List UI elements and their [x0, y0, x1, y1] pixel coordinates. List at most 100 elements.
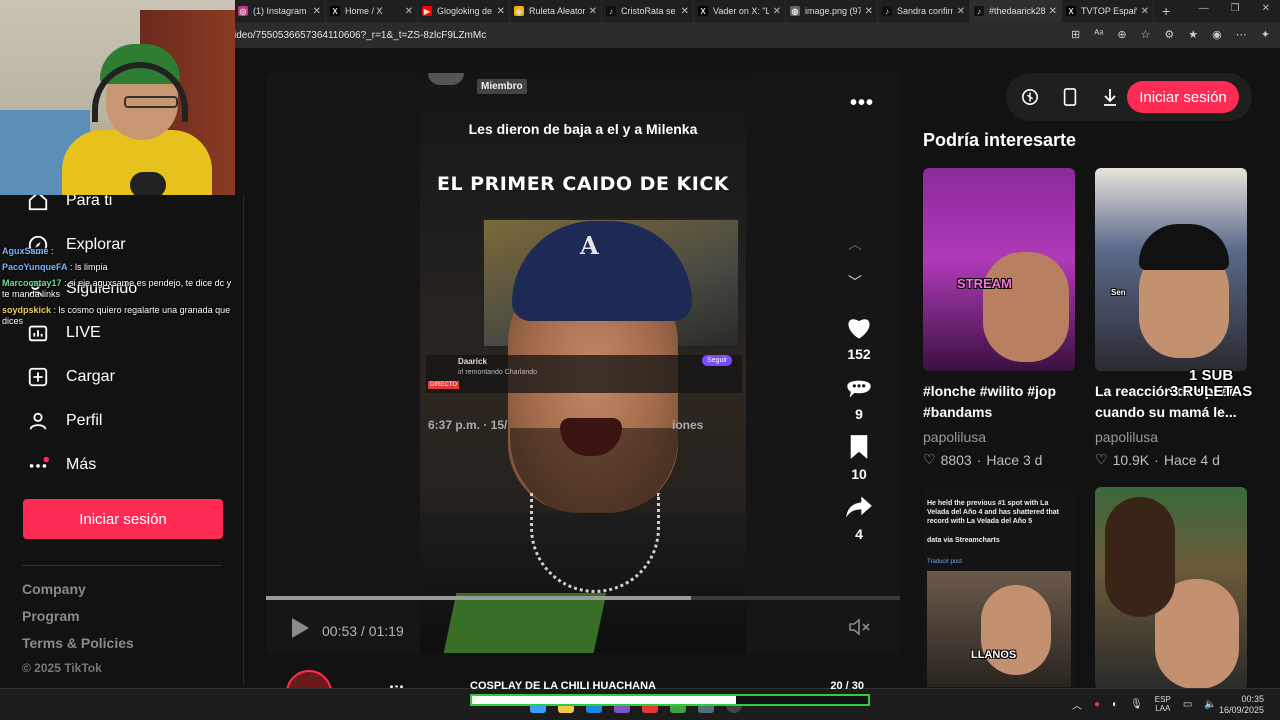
recommendation-card[interactable]: Sen La reacción de speed cuando su mamá … [1095, 168, 1247, 468]
like-action[interactable]: 152 [844, 312, 874, 362]
share-icon[interactable] [844, 492, 874, 522]
streamer-glasses [124, 96, 178, 108]
card-thumbnail[interactable]: He held the previous #1 spot with La Vel… [923, 487, 1075, 690]
browser-tab[interactable]: ◆ Ruleta Aleator ✕ [510, 0, 602, 22]
coins-icon[interactable] [1014, 81, 1046, 113]
tray-app-icon[interactable]: ◐ [1112, 699, 1118, 710]
card-meta: ♡ 10.9K · Hace 4 d [1095, 451, 1247, 468]
video-progress-bar[interactable] [266, 596, 900, 600]
speaker-icon[interactable]: 🔈 [1204, 699, 1216, 710]
new-tab-button[interactable]: + [1162, 3, 1170, 19]
profile-avatar-icon[interactable]: ◉ [1212, 28, 1222, 41]
menu-dots-icon[interactable]: ⋯ [1236, 28, 1247, 41]
video-controls: 00:53 / 01:19 [290, 617, 404, 644]
tab-close-icon[interactable]: ✕ [313, 6, 321, 17]
comment-action[interactable]: 9 [844, 372, 874, 422]
browser-tab[interactable]: ▶ Glogloking de ✕ [418, 0, 510, 22]
chat-message: Marcocatay17 : si eje aguxsame es pendej… [2, 278, 238, 300]
heart-icon[interactable] [844, 312, 874, 342]
video-caption-big: EL PRIMER CAIDO DE KICK [436, 173, 730, 195]
top-actions: Iniciar sesión [1006, 73, 1252, 121]
video-progress-fill [266, 596, 691, 600]
thumb-translate: Traducir post [927, 559, 962, 565]
ruleta-line-1: 1 SUB [1189, 367, 1234, 384]
video-player[interactable]: Miembro Les dieron de baja a el y a Mile… [266, 73, 900, 653]
network-icon[interactable]: ▭ [1183, 699, 1192, 710]
chevron-up-icon[interactable]: ︿ [1072, 697, 1082, 712]
tab-close-icon[interactable]: ✕ [1049, 6, 1057, 17]
footer-company-link[interactable]: Company [22, 581, 86, 597]
copilot-icon[interactable]: ✦ [1261, 28, 1270, 41]
browser-tab[interactable]: X Home / X ✕ [326, 0, 418, 22]
tab-close-icon[interactable]: ✕ [865, 6, 873, 17]
browser-tab[interactable]: ◎ (1) Instagram ✕ [234, 0, 326, 22]
volume-icon[interactable] [848, 617, 872, 642]
restore-icon[interactable]: ❐ [1231, 3, 1240, 14]
more-options-icon[interactable]: ••• [850, 92, 874, 115]
embedded-timestamp: 6:37 p.m. · 15/ [428, 418, 508, 432]
tab-close-icon[interactable]: ✕ [957, 6, 965, 17]
video-frame[interactable]: Miembro Les dieron de baja a el y a Mile… [420, 73, 746, 653]
recommendation-card[interactable] [1095, 487, 1247, 690]
tab-favicon-icon: X [698, 6, 708, 16]
nav-item-cargar[interactable]: Cargar [26, 365, 115, 389]
tab-close-icon[interactable]: ✕ [1141, 6, 1149, 17]
card-age: Hace 3 d [986, 451, 1043, 468]
separator-dot: · [976, 451, 982, 468]
download-icon[interactable] [1094, 81, 1126, 113]
sub-goal-bar [470, 694, 870, 706]
previous-video-icon[interactable]: ︿ [848, 234, 862, 254]
login-button-sidebar[interactable]: Iniciar sesión [23, 499, 223, 539]
tab-close-icon[interactable]: ✕ [589, 6, 597, 17]
nav-item-perfil[interactable]: Perfil [26, 409, 102, 433]
next-video-icon[interactable]: ﹀ [848, 272, 862, 292]
phone-icon[interactable] [1054, 81, 1086, 113]
favorite-star-icon[interactable]: ☆ [1141, 28, 1151, 41]
minimize-icon[interactable]: — [1199, 3, 1209, 14]
current-time: 00:53 [322, 622, 358, 639]
zoom-icon[interactable]: ⊕ [1117, 28, 1126, 41]
microphone-icon[interactable]: 🎙 [1130, 699, 1143, 710]
card-thumbnail[interactable] [1095, 487, 1247, 690]
browser-tab[interactable]: X TVTOP Españ ✕ [1062, 0, 1154, 22]
tray-app-icon[interactable]: ● [1094, 699, 1100, 710]
browser-tab[interactable]: ◍ image.png (97 ✕ [786, 0, 878, 22]
tab-close-icon[interactable]: ✕ [773, 6, 781, 17]
thumb-caption: He held the previous #1 spot with La Vel… [927, 500, 1059, 525]
bookmark-icon[interactable] [844, 432, 874, 462]
comment-icon[interactable] [844, 372, 874, 402]
play-icon[interactable] [290, 617, 310, 644]
card-thumbnail[interactable]: STREAM [923, 168, 1075, 371]
tab-close-icon[interactable]: ✕ [405, 6, 413, 17]
language-indicator[interactable]: ESP LAA [1155, 695, 1171, 713]
card-thumbnail[interactable]: Sen [1095, 168, 1247, 371]
footer-terms-link[interactable]: Terms & Policies [22, 635, 134, 651]
app-install-icon[interactable]: ⊞ [1071, 28, 1080, 41]
save-action[interactable]: 10 [844, 432, 874, 482]
tab-close-icon[interactable]: ✕ [681, 6, 689, 17]
tab-favicon-icon: X [1066, 6, 1076, 16]
browser-tab[interactable]: X Vader on X: "L ✕ [694, 0, 786, 22]
share-action[interactable]: 4 [844, 492, 874, 542]
nav-item-mas[interactable]: Más [26, 453, 96, 477]
taskbar-clock[interactable]: 00:35 16/09/2025 [1219, 694, 1264, 716]
favorites-icon[interactable]: ★ [1188, 28, 1198, 41]
recommendation-card[interactable]: STREAM #lonche #wilito #jop #bandams pap… [923, 168, 1075, 468]
card-title: #lonche #wilito #jop #bandams [923, 383, 1057, 420]
copyright: © 2025 TikTok [22, 661, 102, 675]
browser-tab[interactable]: ♪ CristoRata se ✕ [602, 0, 694, 22]
login-button-top[interactable]: Iniciar sesión [1127, 81, 1239, 113]
video-embedded-avatar [428, 73, 464, 85]
footer-program-link[interactable]: Program [22, 608, 80, 624]
thumb-face [981, 585, 1051, 675]
browser-tab[interactable]: ♪ #thedaarick28 ✕ [970, 0, 1062, 22]
recommendation-card[interactable]: He held the previous #1 spot with La Vel… [923, 487, 1075, 690]
browser-tab[interactable]: ♪ Sandra confirm ✕ [878, 0, 970, 22]
heart-outline-icon: ♡ [1095, 451, 1108, 467]
tab-close-icon[interactable]: ✕ [497, 6, 505, 17]
separator-dot: · [1154, 451, 1159, 468]
url-field[interactable]: ideo/7550536657364110606?_r=1&_t=ZS-8zlc… [234, 30, 486, 41]
close-window-icon[interactable]: ✕ [1262, 3, 1270, 14]
read-aloud-icon[interactable]: ᴬᵃ [1094, 28, 1103, 41]
extensions-icon[interactable]: ⚙ [1164, 28, 1174, 41]
